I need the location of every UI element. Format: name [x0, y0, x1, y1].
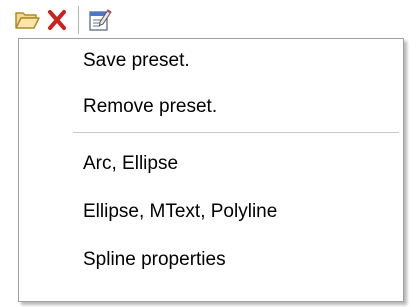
folder-open-icon — [15, 12, 40, 29]
menu-item-preset-arc-ellipse[interactable]: Arc, Ellipse — [19, 145, 403, 183]
preset-context-menu: Save preset. Remove preset. Arc, Ellipse… — [18, 38, 404, 302]
menu-item-label: Spline properties — [83, 249, 226, 270]
open-folder-button[interactable] — [12, 5, 42, 35]
menu-separator — [73, 132, 399, 133]
menu-item-preset-ellipse-mtext-polyline[interactable]: Ellipse, MText, Polyline — [19, 193, 403, 231]
menu-item-save-preset[interactable]: Save preset. — [19, 42, 403, 80]
menu-item-label: Save preset. — [83, 50, 190, 71]
delete-x-icon — [48, 10, 66, 30]
delete-button[interactable] — [42, 5, 72, 35]
properties-button[interactable] — [85, 5, 115, 35]
toolbar-separator — [78, 6, 79, 34]
menu-item-label: Remove preset. — [83, 96, 218, 117]
toolbar — [0, 0, 418, 40]
menu-item-label: Ellipse, MText, Polyline — [83, 201, 278, 222]
menu-item-preset-spline-properties[interactable]: Spline properties — [19, 241, 403, 279]
menu-item-label: Arc, Ellipse — [83, 153, 179, 174]
menu-item-remove-preset[interactable]: Remove preset. — [19, 88, 403, 126]
properties-icon — [89, 9, 112, 31]
